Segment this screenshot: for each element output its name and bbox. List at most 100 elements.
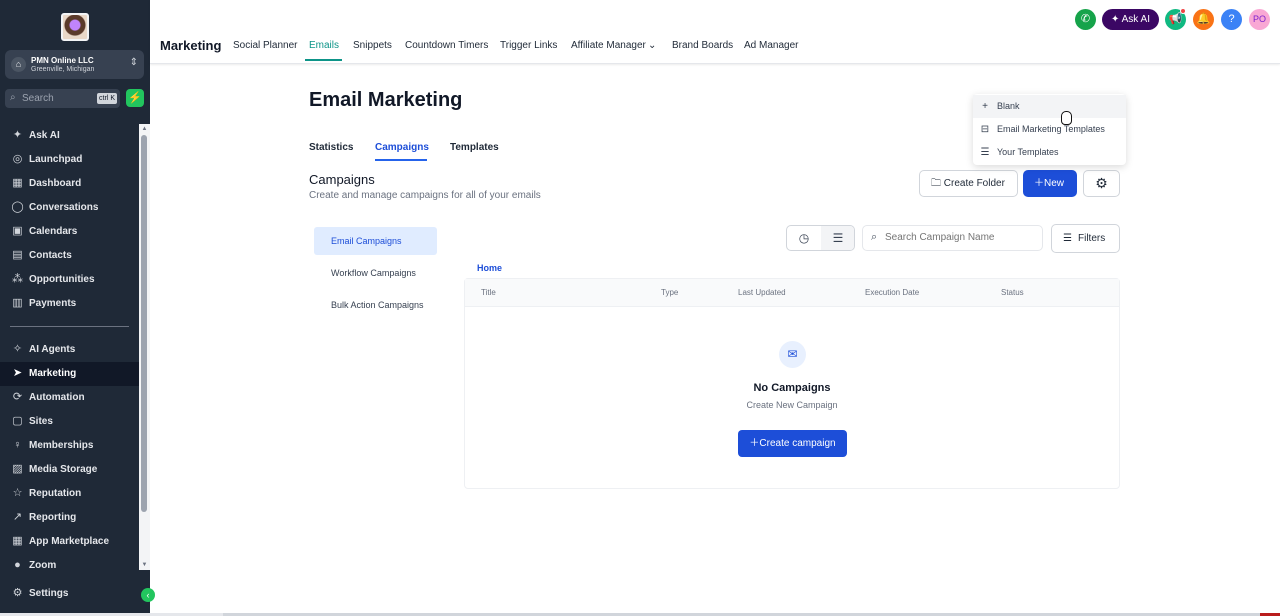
database-icon: ☰ [980, 147, 990, 158]
tab-trigger-links[interactable]: Trigger Links [500, 40, 557, 51]
tab-templates[interactable]: Templates [450, 142, 499, 153]
list-view-icon[interactable]: ☰ [821, 226, 854, 250]
help-icon[interactable]: ? [1221, 9, 1242, 30]
campaigns-heading: Campaigns [309, 172, 375, 187]
chevron-updown-icon: ⇕ [129, 57, 138, 68]
collapse-sidebar-icon[interactable]: ‹ [141, 588, 155, 602]
calendar-icon: ▣ [12, 225, 23, 237]
active-subtab-underline [375, 159, 427, 161]
sidebar-item-label: Zoom [29, 560, 57, 571]
tab-brand-boards[interactable]: Brand Boards [672, 40, 733, 51]
sidebar-item-label: AI Agents [29, 344, 76, 355]
table-header: Title Type Last Updated Execution Date S… [465, 279, 1119, 307]
location-address: Greenville, Michigan [31, 66, 95, 73]
send-icon: ➤ [12, 367, 23, 379]
create-campaign-button[interactable]: ＋Create campaign [738, 430, 847, 457]
sidebar-item-launchpad[interactable]: ◎ Launchpad [0, 148, 139, 172]
sidebar-item-dashboard[interactable]: ▦ Dashboard [0, 172, 139, 196]
sidebar-item-ask-ai[interactable]: ✦ Ask AI [0, 124, 139, 148]
sidebar-item-payments[interactable]: ▥ Payments [0, 292, 139, 316]
tab-affiliate-manager[interactable]: Affiliate Manager [571, 40, 646, 51]
list-item-email-campaigns[interactable]: Email Campaigns [314, 227, 437, 255]
bell-icon[interactable]: 🔔 [1193, 9, 1214, 30]
tab-campaigns[interactable]: Campaigns [375, 142, 429, 153]
campaigns-description: Create and manage campaigns for all of y… [309, 190, 541, 201]
sidebar-item-label: Reputation [29, 488, 82, 499]
sidebar-item-label: Settings [29, 588, 69, 599]
tab-snippets[interactable]: Snippets [353, 40, 392, 51]
filters-label: Filters [1078, 233, 1106, 244]
location-switcher[interactable]: ⌂ PMN Online LLC Greenville, Michigan ⇕ [5, 50, 144, 79]
sidebar-item-memberships[interactable]: ♀ Memberships [0, 434, 139, 458]
reporting-icon: ↗ [12, 511, 23, 523]
sidebar-scrollbar[interactable]: ▲ ▼ [139, 124, 150, 570]
campaigns-table: Title Type Last Updated Execution Date S… [464, 278, 1120, 489]
sidebar-item-label: Marketing [29, 368, 77, 379]
media-icon: ▨ [12, 463, 23, 475]
sidebar-item-zoom[interactable]: ● Zoom [0, 554, 139, 578]
sidebar-item-reporting[interactable]: ↗ Reporting [0, 506, 139, 530]
settings-button[interactable]: ⚙ [1083, 170, 1120, 197]
chat-icon: ◯ [11, 201, 24, 213]
tab-emails[interactable]: Emails [309, 40, 339, 51]
chevron-down-icon[interactable]: ⌄ [648, 40, 656, 51]
sidebar-divider [10, 326, 129, 327]
avatar[interactable]: PO [1249, 9, 1270, 30]
tab-countdown-timers[interactable]: Countdown Timers [405, 40, 488, 51]
sidebar-item-label: Ask AI [29, 130, 60, 141]
sidebar-item-calendars[interactable]: ▣ Calendars [0, 220, 139, 244]
marketplace-icon: ▦ [12, 535, 23, 547]
plus-icon: ＋ [1034, 178, 1044, 189]
sidebar-item-label: Automation [29, 392, 85, 403]
sidebar-item-app-marketplace[interactable]: ▦ App Marketplace [0, 530, 139, 554]
quick-action-icon[interactable]: ⚡ [126, 89, 144, 107]
active-tab-underline [305, 59, 342, 61]
sidebar-item-opportunities[interactable]: ⁂ Opportunities [0, 268, 139, 292]
sidebar-item-label: Launchpad [29, 154, 83, 165]
sidebar-search[interactable]: ⌕ Search ctrl K [5, 89, 120, 108]
search-input[interactable] [885, 232, 1035, 243]
menu-item-label: Your Templates [997, 147, 1059, 157]
list-item-bulk-action-campaigns[interactable]: Bulk Action Campaigns [314, 291, 437, 319]
new-button[interactable]: ＋New [1023, 170, 1077, 197]
sidebar-item-ai-agents[interactable]: ✧ AI Agents [0, 338, 139, 362]
scrollbar-thumb[interactable] [141, 135, 147, 512]
memberships-icon: ♀ [13, 439, 22, 451]
create-folder-button[interactable]: 🗀 Create Folder [919, 170, 1018, 197]
sidebar-item-automation[interactable]: ⟳ Automation [0, 386, 139, 410]
tab-social-planner[interactable]: Social Planner [233, 40, 297, 51]
ask-ai-button[interactable]: ✦ Ask AI [1102, 9, 1159, 30]
tab-statistics[interactable]: Statistics [309, 142, 353, 153]
scroll-up-icon[interactable]: ▲ [139, 124, 150, 134]
sidebar-item-reputation[interactable]: ☆ Reputation [0, 482, 139, 506]
sidebar-item-label: Contacts [29, 250, 72, 261]
sparkle-icon: ✦ [12, 129, 23, 141]
scroll-down-icon[interactable]: ▼ [139, 560, 150, 570]
sidebar-item-sites[interactable]: ▢ Sites [0, 410, 139, 434]
agency-logo[interactable] [61, 13, 89, 41]
phone-icon[interactable]: ✆ [1075, 9, 1096, 30]
plus-icon: ＋ [749, 438, 760, 449]
breadcrumb[interactable]: Home [477, 263, 502, 273]
tab-ad-manager[interactable]: Ad Manager [744, 40, 798, 51]
sidebar-item-settings[interactable]: ⚙ Settings [0, 582, 139, 606]
filters-button[interactable]: ☰ Filters [1051, 224, 1120, 253]
sidebar-item-conversations[interactable]: ◯ Conversations [0, 196, 139, 220]
list-item-workflow-campaigns[interactable]: Workflow Campaigns [314, 259, 437, 287]
menu-item-email-marketing-templates[interactable]: ⊟ Email Marketing Templates [973, 118, 1126, 141]
ask-ai-label: Ask AI [1121, 14, 1150, 25]
sidebar-item-label: Calendars [29, 226, 78, 237]
sidebar-item-media-storage[interactable]: ▨ Media Storage [0, 458, 139, 482]
clock-icon[interactable]: ◷ [787, 226, 821, 250]
filter-icon: ☰ [1063, 233, 1072, 244]
sidebar-item-label: Opportunities [29, 274, 95, 285]
search-icon: ⌕ [10, 92, 16, 103]
campaign-search[interactable]: ⌕ [862, 225, 1043, 251]
sidebar-item-marketing[interactable]: ➤ Marketing [0, 362, 139, 386]
sidebar-item-label: Dashboard [29, 178, 82, 189]
menu-item-blank[interactable]: + Blank [973, 95, 1126, 118]
section-title: Marketing [160, 38, 222, 53]
sidebar-item-contacts[interactable]: ▤ Contacts [0, 244, 139, 268]
app: ⌂ PMN Online LLC Greenville, Michigan ⇕ … [0, 0, 1280, 616]
menu-item-your-templates[interactable]: ☰ Your Templates [973, 141, 1126, 164]
